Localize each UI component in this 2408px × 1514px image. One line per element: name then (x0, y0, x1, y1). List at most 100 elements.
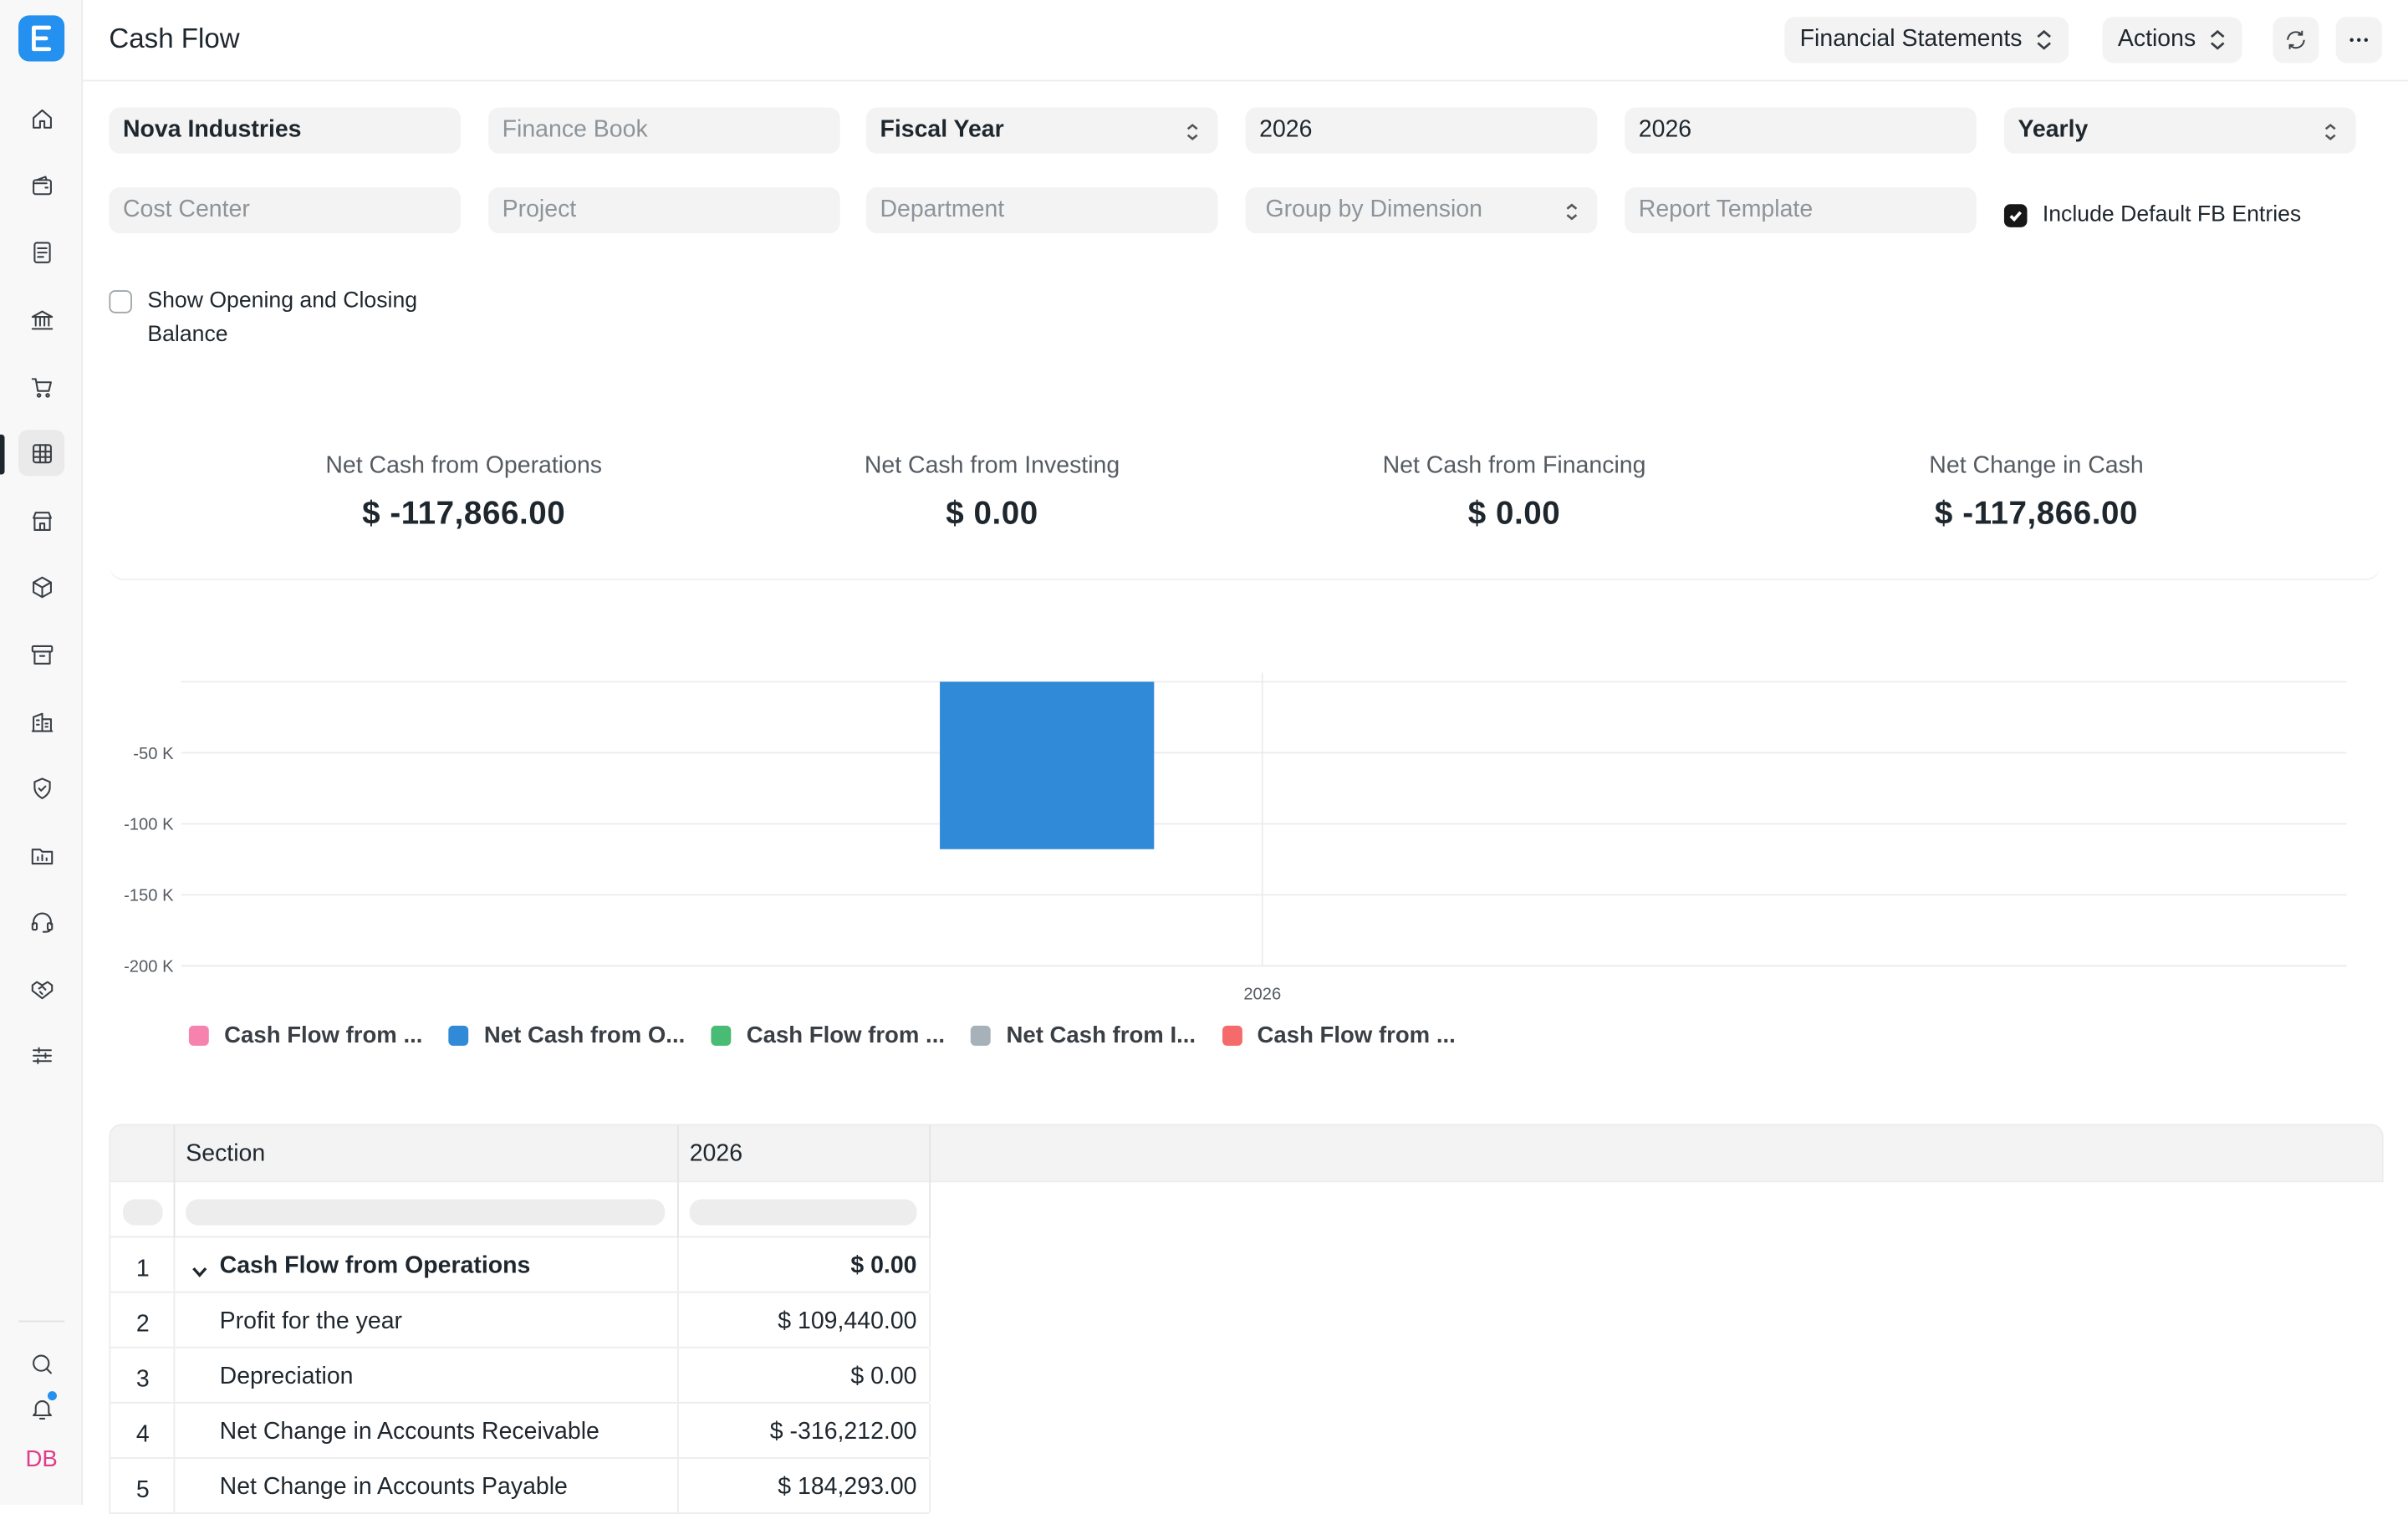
sidebar-item-home[interactable] (18, 95, 64, 141)
sidebar-item-wallet[interactable] (18, 163, 64, 209)
sidebar-item-handshake[interactable] (18, 966, 64, 1012)
sidebar-item-archive[interactable] (18, 631, 64, 677)
summary-value: $ 0.00 (1467, 496, 1561, 532)
y-tick-label: -50 K (133, 745, 174, 763)
from-fiscal-year-field[interactable]: 2026 (1245, 107, 1598, 154)
period-type-select[interactable]: Fiscal Year (865, 107, 1218, 154)
notification-dot (46, 1389, 59, 1402)
refresh-button[interactable] (2273, 17, 2319, 64)
legend-label: Cash Flow from ... (224, 1022, 423, 1049)
group-by-placeholder: Group by Dimension (1265, 196, 1482, 223)
actions-label: Actions (2117, 26, 2196, 53)
page-title: Cash Flow (109, 23, 240, 54)
to-fiscal-year-field[interactable]: 2026 (1625, 107, 1977, 154)
column-divider (676, 1403, 679, 1458)
chevron-updown-icon (2036, 29, 2051, 50)
column-divider (676, 1182, 679, 1238)
table-row[interactable]: 1 Cash Flow from Operations $ 0.00 (109, 1237, 931, 1293)
cash-flow-chart: -50 K -100 K -150 K -200 K 2026 (124, 672, 2347, 1004)
wallet-icon (32, 175, 52, 195)
index-filter-input[interactable] (122, 1199, 163, 1226)
row-section-label: Net Change in Accounts Payable (219, 1474, 568, 1501)
cart-icon (30, 377, 52, 397)
finance-book-field[interactable]: Finance Book (488, 107, 840, 154)
erp-logo-icon (32, 25, 52, 52)
legend-item[interactable]: Net Cash from O... (448, 1022, 685, 1048)
legend-swatch (711, 1025, 732, 1046)
headset-icon (30, 911, 53, 932)
sidebar-item-building[interactable] (18, 699, 64, 745)
show-opening-closing-label-line1: Show Opening and Closing (147, 288, 418, 314)
page-header: Cash Flow Financial Statements Actions (83, 0, 2408, 82)
sidebar-item-sliders[interactable] (18, 1032, 64, 1078)
sidebar-item-cart[interactable] (18, 364, 64, 410)
year-filter-input[interactable] (689, 1199, 917, 1226)
app-logo[interactable] (18, 15, 65, 62)
legend-item[interactable]: Cash Flow from ... (711, 1022, 945, 1048)
refresh-icon (2287, 30, 2305, 49)
sidebar-item-headset[interactable] (18, 898, 64, 944)
row-section-label: Depreciation (219, 1364, 354, 1390)
row-value: $ 184,293.00 (778, 1474, 917, 1501)
table-row[interactable]: 2 Profit for the year $ 109,440.00 (109, 1292, 931, 1348)
legend-item[interactable]: Net Cash from I... (971, 1022, 1196, 1048)
row-index: 4 (135, 1421, 150, 1449)
chevron-down-icon[interactable] (191, 1259, 209, 1277)
legend-swatch (188, 1025, 209, 1046)
actions-button[interactable]: Actions (2102, 17, 2242, 64)
summary-label: Net Cash from Operations (325, 452, 603, 480)
company-field[interactable]: Nova Industries (109, 107, 462, 154)
show-opening-closing-checkbox-row[interactable]: Show Opening and Closing Balance (109, 284, 417, 352)
y-tick-label: -150 K (124, 887, 174, 905)
legend-item[interactable]: Cash Flow from ... (188, 1022, 423, 1049)
more-button[interactable] (2335, 17, 2382, 64)
cost-center-field[interactable]: Cost Center (109, 187, 462, 234)
box-icon (32, 575, 52, 598)
financial-statements-label: Financial Statements (1799, 26, 2023, 53)
column-divider (676, 1348, 679, 1402)
search-icon[interactable] (18, 1340, 64, 1386)
to-year-value: 2026 (1638, 116, 1692, 143)
legend-label: Cash Flow from ... (1257, 1022, 1456, 1049)
sidebar-item-box[interactable] (18, 563, 64, 609)
sidebar-item-store[interactable] (18, 497, 64, 543)
legend-swatch (971, 1025, 992, 1046)
sliders-icon (32, 1046, 52, 1063)
include-default-fb-checkbox[interactable] (2003, 204, 2028, 227)
include-default-fb-checkbox-row[interactable]: Include Default FB Entries (2003, 198, 2301, 232)
period-type-value: Fiscal Year (880, 116, 1004, 143)
table-row[interactable]: 4 Net Change in Accounts Receivable $ -316… (109, 1403, 931, 1459)
column-divider (929, 1237, 931, 1292)
row-value: $ 0.00 (850, 1252, 917, 1279)
sidebar-item-folder-chart[interactable] (18, 833, 64, 879)
column-header-section[interactable]: Section (186, 1141, 265, 1169)
section-filter-input[interactable] (186, 1199, 666, 1226)
report-template-field[interactable]: Report Template (1625, 187, 1977, 234)
chart-bar[interactable] (940, 681, 1155, 849)
sidebar-item-table[interactable] (18, 430, 65, 477)
financial-statements-button[interactable]: Financial Statements (1784, 17, 2069, 64)
sidebar-item-shield[interactable] (18, 765, 64, 811)
periodicity-select[interactable]: Yearly (2003, 107, 2356, 154)
sidebar-item-bank[interactable] (18, 296, 64, 342)
column-divider (929, 1348, 931, 1402)
chevron-updown-icon (1565, 201, 1579, 221)
row-value: $ -316,212.00 (769, 1419, 917, 1445)
user-avatar[interactable]: DB (18, 1440, 64, 1481)
file-text-icon (33, 241, 50, 263)
summary-label: Net Change in Cash (1929, 452, 2144, 480)
handshake-icon (30, 980, 53, 999)
summary-value: $ 0.00 (946, 496, 1038, 532)
sidebar-item-file-text[interactable] (18, 229, 64, 275)
project-field[interactable]: Project (488, 187, 840, 234)
show-opening-closing-label-line2: Balance (147, 322, 228, 348)
column-header-2026[interactable]: 2026 (690, 1141, 742, 1169)
table-row[interactable]: 3 Depreciation $ 0.00 (109, 1348, 931, 1404)
department-field[interactable]: Department (865, 187, 1218, 234)
show-opening-closing-checkbox[interactable] (109, 290, 132, 314)
project-placeholder: Project (502, 196, 577, 223)
group-by-dimension-select[interactable]: Group by Dimension (1245, 187, 1598, 234)
legend-item[interactable]: Cash Flow from ... (1222, 1022, 1456, 1048)
bell-icon[interactable] (18, 1385, 64, 1431)
table-row[interactable]: 5 Net Change in Accounts Payable $ 184,293… (109, 1458, 931, 1514)
